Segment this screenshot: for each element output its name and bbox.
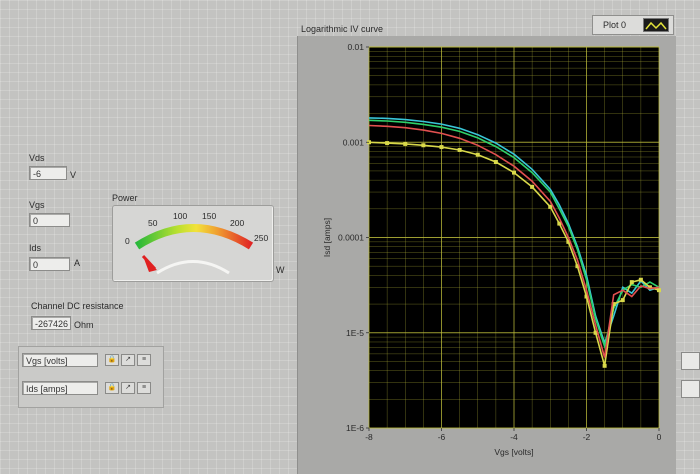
series-3-point — [512, 170, 516, 175]
x-tick-label: -8 — [365, 432, 373, 442]
y-tick-label: 0.001 — [343, 137, 365, 147]
series-3-point — [475, 152, 480, 157]
series-3-point — [620, 298, 625, 303]
x-tick-label: -4 — [510, 432, 518, 442]
x-tick-label: 0 — [657, 432, 662, 442]
series-3-point — [439, 145, 444, 150]
y-axis-label: Isd [amps] — [322, 218, 332, 257]
y-tick-label: 0.01 — [347, 42, 364, 52]
right-edge-control-1[interactable] — [681, 352, 700, 370]
y-tick-label: 0.0001 — [338, 233, 364, 243]
series-3-point — [457, 147, 462, 152]
y-tick-label: 1E-6 — [346, 423, 364, 433]
series-3-point — [629, 280, 634, 285]
series-3-point — [657, 288, 661, 293]
series-3-point — [638, 277, 643, 282]
y-tick-label: 1E-5 — [346, 328, 364, 338]
series-3-point — [530, 184, 535, 189]
series-3-point — [493, 160, 498, 165]
iv-curve-graph[interactable]: -8 -6 -4 -2 0 1E-6 1E-5 0.0001 0.001 0.01 Vgs [vo… — [0, 0, 700, 474]
series-3-point — [421, 143, 426, 148]
x-tick-label: -6 — [438, 432, 446, 442]
series-3-point — [602, 363, 607, 368]
right-edge-control-2[interactable] — [681, 380, 700, 398]
series-3-point — [385, 141, 390, 146]
x-axis-label: Vgs [volts] — [494, 447, 533, 457]
x-tick-label: -2 — [583, 432, 591, 442]
series-3-point — [403, 141, 408, 146]
